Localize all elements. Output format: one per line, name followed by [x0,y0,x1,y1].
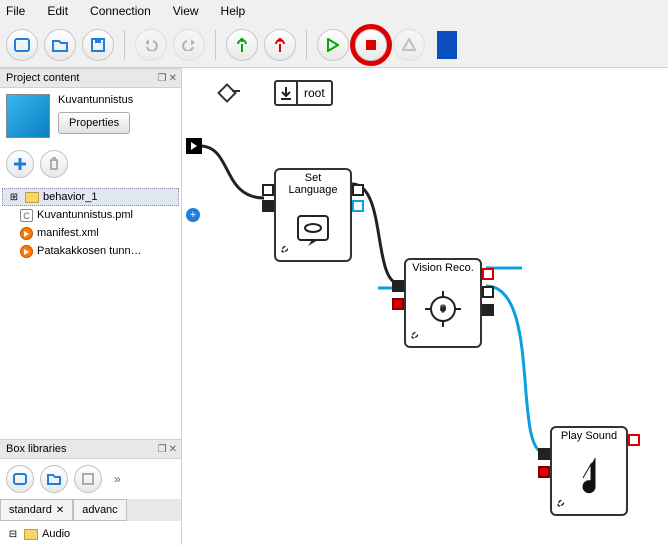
port-in-start[interactable] [538,448,550,460]
target-icon: ? [421,287,465,331]
node-set-language[interactable]: Set Language [274,168,352,262]
tab-advanced[interactable]: advanc [73,499,126,521]
project-name: Kuvantunnistus [58,94,133,106]
tab-standard[interactable]: standard✕ [0,499,73,521]
robot-indicator [437,31,457,59]
wrench-icon [556,496,570,510]
node-vision-reco[interactable]: Vision Reco. ? [404,258,482,348]
speak-icon [288,208,338,258]
music-note-icon [569,452,609,502]
diamond-icon [217,83,237,103]
lib-open-button[interactable] [40,465,68,493]
tree-item-manifest[interactable]: manifest.xml [2,224,179,242]
panel-close-icon[interactable]: ✕ [169,73,177,84]
root-box[interactable]: root [274,80,333,106]
properties-button[interactable]: Properties [58,112,130,134]
port-in-sig[interactable] [262,200,274,212]
node-title: Set Language [276,170,350,198]
port-out[interactable] [352,184,364,196]
flow-canvas[interactable]: root + Set Language Vision Reco. ? [182,68,668,545]
port-in-stop[interactable] [392,298,404,310]
tree-item-audio[interactable]: ⊟Audio [2,525,179,543]
lib-more-icon[interactable]: » [114,472,121,486]
lib-save-button[interactable] [74,465,102,493]
root-block: root [220,80,333,106]
project-panel-header: Project content ❐✕ [0,68,181,88]
download-icon [276,82,298,104]
delete-button[interactable] [40,150,68,178]
tree-item-pata[interactable]: Patakakkosen tunn… [2,242,179,260]
save-project-button[interactable] [82,29,114,61]
port-out-result[interactable] [482,286,494,298]
add-input-button[interactable]: + [186,208,200,222]
port-in-start[interactable] [392,280,404,292]
libs-panel-header: Box libraries ❐✕ [0,439,181,459]
tree-item-pml[interactable]: CKuvantunnistus.pml [2,206,179,224]
port-in-stop[interactable] [538,466,550,478]
lib-new-button[interactable] [6,465,34,493]
project-tree[interactable]: ⊞behavior_1 CKuvantunnistus.pml manifest… [0,184,181,439]
undo-button[interactable] [135,29,167,61]
port-out-stopped[interactable] [482,268,494,280]
project-cube-icon [6,94,50,138]
port-out-done[interactable] [482,304,494,316]
wrench-icon [410,328,424,342]
debug-button[interactable] [393,29,425,61]
menu-edit[interactable]: Edit [47,4,68,18]
panel-restore-icon[interactable]: ❐ [158,444,167,455]
panel-restore-icon[interactable]: ❐ [158,73,167,84]
menu-view[interactable]: View [173,4,199,18]
menu-help[interactable]: Help [221,4,246,18]
sidebar: Project content ❐✕ Kuvantunnistus Proper… [0,68,182,545]
node-title: Vision Reco. [406,260,480,276]
connect-button[interactable] [226,29,258,61]
node-play-sound[interactable]: Play Sound [550,426,628,516]
new-project-button[interactable] [6,29,38,61]
panel-close-icon[interactable]: ✕ [169,444,177,455]
play-button[interactable] [317,29,349,61]
port-in[interactable] [262,184,274,196]
disconnect-button[interactable] [264,29,296,61]
wrench-icon [280,242,294,256]
menu-file[interactable]: File [6,4,25,18]
port-out-lang[interactable] [352,200,364,212]
svg-text:?: ? [440,302,447,316]
main-toolbar [0,22,668,68]
menu-bar: File Edit Connection View Help [0,0,668,22]
stop-button[interactable] [355,29,387,61]
tree-item-behavior[interactable]: ⊞behavior_1 [2,188,179,206]
open-project-button[interactable] [44,29,76,61]
close-icon[interactable]: ✕ [56,505,64,516]
port-out-stopped[interactable] [628,434,640,446]
node-title: Play Sound [552,428,626,444]
menu-connection[interactable]: Connection [90,4,151,18]
add-button[interactable] [6,150,34,178]
redo-button[interactable] [173,29,205,61]
on-start-port[interactable] [186,138,202,154]
